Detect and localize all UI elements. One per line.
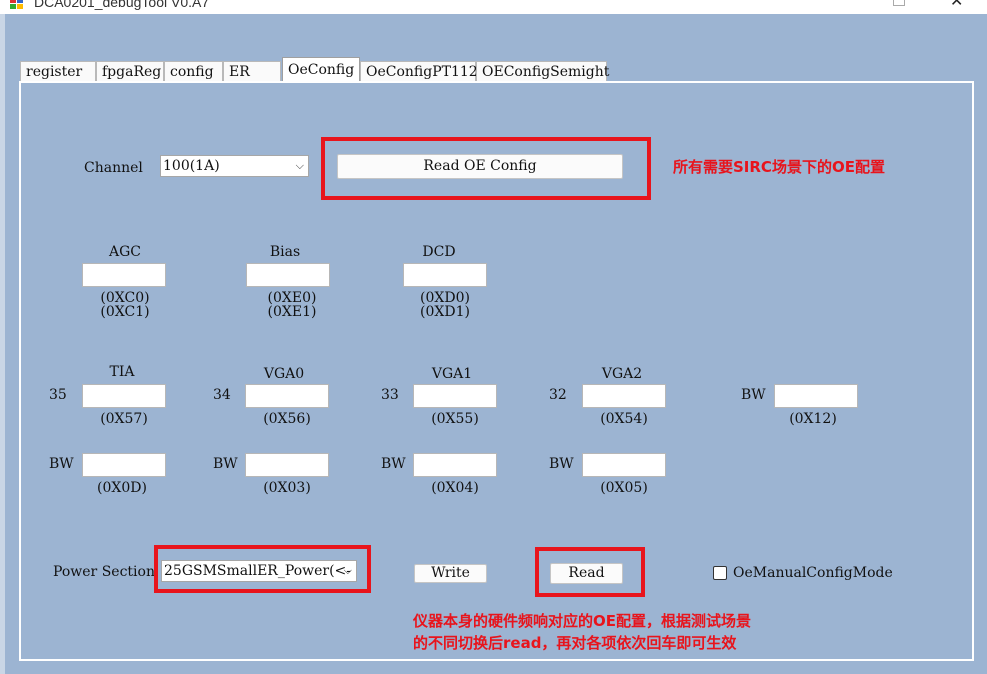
highlight-box-read-oe (321, 137, 651, 200)
bw-0x05-prefix: BW (549, 456, 574, 472)
window-title: DCA0201_debugTool V0.A7 (34, 0, 210, 10)
bw-0x0d-input[interactable] (82, 453, 166, 477)
tia-label: TIA (109, 364, 135, 380)
bw-0x12-addr: (0X12) (789, 411, 837, 427)
dcd-input[interactable] (403, 263, 487, 287)
vga1-input[interactable] (413, 384, 497, 408)
bw-0x03-prefix: BW (213, 456, 238, 472)
tab-oeconfigsemight[interactable]: OEConfigSemight (476, 61, 609, 81)
tia-input[interactable] (82, 384, 166, 408)
vga0-input[interactable] (245, 384, 329, 408)
vga2-label: VGA2 (601, 366, 643, 382)
bw-0x03-input[interactable] (245, 453, 329, 477)
bw-0x05-input[interactable] (582, 453, 666, 477)
tab-oeconfigpt112[interactable]: OeConfigPT112 (360, 61, 478, 81)
bias-label: Bias (269, 244, 301, 260)
highlight-box-read (535, 547, 645, 597)
oe-manual-config-mode-label: OeManualConfigMode (733, 565, 893, 581)
tab-register[interactable]: register (20, 61, 96, 81)
window-edge (0, 14, 5, 674)
vga1-label: VGA1 (431, 366, 473, 382)
maximize-icon[interactable] (893, 0, 905, 6)
bw-0x04-addr: (0X04) (431, 480, 479, 496)
agc-input[interactable] (82, 263, 166, 287)
bw-0x0d-addr: (0X0D) (97, 480, 147, 496)
dcd-label: DCD (422, 244, 456, 260)
channel-value: 100(1A) (163, 158, 220, 174)
tab-fpgareg[interactable]: fpgaReg (96, 61, 164, 81)
bw-0x05-addr: (0X05) (600, 480, 648, 496)
app-icon (10, 0, 23, 9)
vga0-label: VGA0 (263, 366, 305, 382)
vga0-prefix: 34 (213, 387, 231, 403)
write-button[interactable]: Write (414, 564, 487, 583)
title-bar: DCA0201_debugTool V0.A7 ✕ (0, 0, 987, 14)
vga1-addr: (0X55) (431, 411, 479, 427)
bw-0x04-prefix: BW (381, 456, 406, 472)
vga2-input[interactable] (582, 384, 666, 408)
vga2-addr: (0X54) (600, 411, 648, 427)
bw-0x03-addr: (0X03) (263, 480, 311, 496)
bw-0x0d-prefix: BW (49, 456, 74, 472)
annotation-top: 所有需要SIRC场景下的OE配置 (673, 158, 885, 176)
vga1-prefix: 33 (381, 387, 399, 403)
annotation-bottom-line-1: 仪器本身的硬件频响对应的OE配置，根据测试场景 (413, 612, 752, 630)
bw-0x12-input[interactable] (774, 384, 858, 408)
agc-addr-2: (0XC1) (100, 304, 150, 320)
vga0-addr: (0X56) (263, 411, 311, 427)
highlight-box-power-section (154, 545, 371, 593)
tia-addr: (0X57) (100, 411, 148, 427)
vga2-prefix: 32 (549, 387, 567, 403)
tab-er[interactable]: ER (223, 61, 281, 81)
bias-input[interactable] (246, 263, 330, 287)
annotation-bottom-line-2: 的不同切换后read，再对各项依次回车即可生效 (413, 634, 737, 652)
close-icon[interactable]: ✕ (950, 0, 963, 11)
dcd-addr-2: (0XD1) (420, 304, 470, 320)
bias-addr-2: (0XE1) (267, 304, 317, 320)
channel-select[interactable]: 100(1A) ⌵ (160, 155, 309, 177)
tab-oeconfig[interactable]: OeConfig (282, 57, 360, 82)
oe-manual-config-mode-checkbox[interactable] (713, 566, 727, 580)
power-section-label: Power Section (53, 564, 155, 580)
channel-label: Channel (84, 160, 143, 176)
chevron-down-icon: ⌵ (295, 159, 304, 172)
bw-0x12-prefix: BW (741, 387, 766, 403)
bw-0x04-input[interactable] (413, 453, 497, 477)
tab-config[interactable]: config (164, 61, 223, 81)
tia-prefix: 35 (49, 387, 67, 403)
agc-label: AGC (108, 244, 141, 260)
